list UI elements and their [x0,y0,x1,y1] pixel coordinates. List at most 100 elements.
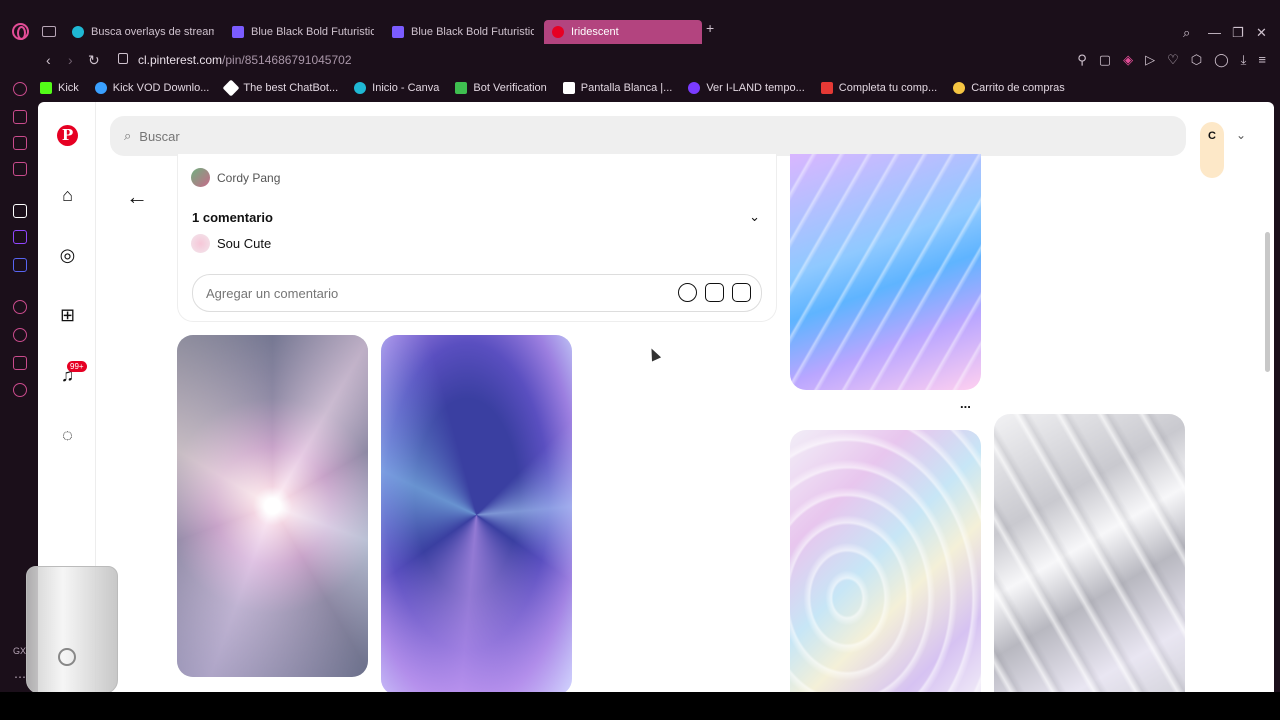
pin-icon[interactable]: ⚲ [1077,52,1087,68]
image-icon[interactable] [732,283,751,302]
pin-image[interactable] [381,335,572,692]
pin-image[interactable] [177,335,368,677]
tab-1[interactable]: Busca overlays de stream [64,20,214,44]
page-icon [562,82,575,94]
tab-3[interactable]: Blue Black Bold Futuristic [384,20,534,44]
back-icon[interactable]: ‹ [46,52,51,68]
glass-decoration [26,566,118,694]
menu-icon[interactable]: ≡ [1258,52,1266,68]
video-icon [232,26,244,38]
bookmark-chatbot[interactable]: The best ChatBot... [222,79,338,97]
more-icon[interactable]: ⋯ [14,670,26,684]
forward-icon[interactable]: › [68,52,73,68]
chevron-down-icon[interactable]: ⌄ [1236,128,1246,142]
bookmark-label: Kick VOD Downlo... [112,82,210,94]
lock-icon [118,53,128,64]
minimize-icon[interactable]: — [1208,25,1221,40]
search-tabs-icon[interactable]: ⌕ [1183,25,1190,41]
comments-card: Cordy Pang 1 comentario ⌄ Sou Cute Agreg… [177,154,777,322]
explore-icon[interactable]: ◎ [57,245,78,266]
pin-image[interactable] [790,430,981,692]
search-placeholder: Buscar [139,128,180,144]
pin-image[interactable] [790,154,981,390]
url-field[interactable]: cl.pinterest.com/pin/8514686791045702 [138,53,352,67]
gear-icon[interactable] [58,648,76,666]
snapshot-icon[interactable]: ▢ [1099,52,1111,68]
bookmark-label: Carrito de compras [971,82,1065,94]
canva-icon [72,26,84,38]
scrollbar[interactable] [1265,232,1270,372]
shield-icon[interactable]: ◈ [1123,52,1133,68]
extensions-icon[interactable]: ⬡ [1191,52,1202,68]
heart-icon[interactable]: ♡ [1167,52,1179,68]
history-icon[interactable] [13,82,27,96]
browser-window: Busca overlays de stream Blue Black Bold… [0,0,1280,694]
mouse-cursor-icon [646,346,662,362]
comments-header[interactable]: 1 comentario [192,210,273,225]
sticker-icon[interactable] [705,283,724,302]
tab-bar: Busca overlays de stream Blue Black Bold… [0,12,1280,46]
tab-label: Busca overlays de stream [91,26,214,38]
bookmark-kick-vod[interactable]: Kick VOD Downlo... [94,82,210,94]
reload-icon[interactable]: ↻ [88,52,100,69]
clock-icon[interactable] [13,328,27,342]
avatar-initial: C [1208,130,1216,142]
search-input[interactable]: ⌕ Buscar [110,116,1186,156]
extensions-icon[interactable] [13,356,27,370]
aria-icon[interactable] [13,110,27,124]
bookmark-kick[interactable]: Kick [40,82,79,94]
bookmark-label: Ver I-LAND tempo... [706,82,805,94]
pin-image[interactable] [994,414,1185,692]
bookmark-carrito[interactable]: Carrito de compras [953,82,1065,94]
bookmark-completa[interactable]: Completa tu comp... [820,82,938,94]
kick-app-icon[interactable] [13,204,27,218]
tab-2[interactable]: Blue Black Bold Futuristic [224,20,374,44]
settings-icon[interactable] [13,383,27,397]
discord-icon[interactable] [13,258,27,272]
letterbox-bar [0,692,1280,720]
notifications-badge: 99+ [67,361,87,372]
play-icon[interactable]: ▷ [1145,52,1155,68]
tab-iridescent[interactable]: Iridescent [544,20,702,44]
opera-logo-icon[interactable] [12,23,29,40]
bookmark-canva[interactable]: Inicio - Canva [354,82,439,94]
messenger-icon[interactable] [13,162,27,176]
back-arrow-icon[interactable]: ← [126,184,148,210]
emoji-icon[interactable] [678,283,697,302]
new-tab-button[interactable]: + [706,20,714,36]
add-comment-input[interactable]: Agregar un comentario [192,274,762,312]
play-icon [688,82,701,94]
tab-label: Blue Black Bold Futuristic [411,26,534,38]
twitch-icon[interactable] [13,230,27,244]
tab-menu-icon[interactable] [42,26,56,37]
pinterest-logo-icon[interactable]: P [57,125,78,146]
commenter-name: Sou Cute [217,236,272,251]
bookmark-pantalla-blanca[interactable]: Pantalla Blanca |... [562,82,672,94]
bookmark-bot-verification[interactable]: Bot Verification [455,82,547,94]
close-icon[interactable]: ✕ [1256,25,1267,41]
bookmark-label: Completa tu comp... [838,82,938,94]
more-options-button[interactable]: ... [960,396,971,411]
bookmark-iland[interactable]: Ver I-LAND tempo... [688,82,805,94]
restore-icon[interactable]: ❐ [1232,25,1244,41]
comment-tools [678,283,751,302]
music-icon[interactable] [13,300,27,314]
tab-label: Iridescent [571,26,619,38]
cleaner-icon[interactable] [13,136,27,150]
home-icon[interactable]: ⌂ [57,185,78,206]
tab-label: Blue Black Bold Futuristic [251,26,374,38]
video-icon [392,26,404,38]
comment-author[interactable]: Sou Cute [191,234,271,253]
avatar[interactable]: C [1200,122,1224,178]
messages-icon[interactable]: ◌ [57,425,78,446]
url-host: cl.pinterest.com [138,53,223,67]
pinterest-icon [552,26,564,38]
pin-author[interactable]: Cordy Pang [191,168,280,187]
download-icon[interactable]: ⤓ [1241,52,1247,68]
profile-icon[interactable]: ◯ [1214,52,1229,68]
gx-label: GX [13,646,27,656]
chevron-down-icon[interactable]: ⌄ [749,209,760,225]
create-icon[interactable]: ⊞ [57,305,78,326]
bookmarks-bar: Kick Kick VOD Downlo... The best ChatBot… [40,78,1065,98]
search-icon: ⌕ [124,128,132,143]
